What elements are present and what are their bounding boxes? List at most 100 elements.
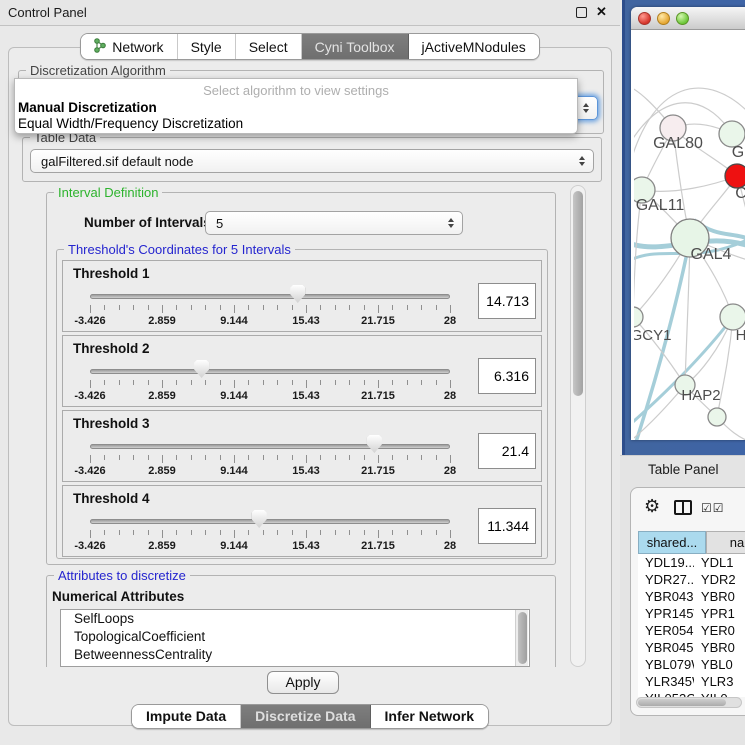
tick-mark — [306, 380, 307, 388]
tab-cyni-toolbox[interactable]: Cyni Toolbox — [302, 34, 409, 59]
table-row[interactable]: YER054CYER0 — [638, 622, 745, 639]
algorithm-dropdown-popup: Select algorithm to view settings Manual… — [14, 78, 578, 134]
tick-mark — [119, 305, 120, 310]
tab-discretize-data[interactable]: Discretize Data — [241, 705, 370, 728]
attribute-list-item[interactable]: SelfLoops — [61, 610, 529, 628]
tick-mark — [191, 530, 192, 535]
attributes-list-scrollbar[interactable] — [515, 610, 528, 666]
tick-label: 2.859 — [148, 390, 176, 402]
split-view-icon[interactable] — [674, 500, 692, 515]
close-light-icon[interactable] — [638, 12, 651, 25]
tick-mark — [162, 455, 163, 463]
tab-jactivemnodules[interactable]: jActiveMNodules — [409, 34, 539, 59]
table-row[interactable]: YBL079WYBL0 — [638, 656, 745, 673]
tick-label: -3.426 — [74, 315, 105, 327]
algorithm-option[interactable]: Equal Width/Frequency Discretization — [18, 116, 243, 131]
network-node[interactable] — [708, 408, 726, 426]
tick-mark — [220, 380, 221, 385]
threshold-label: Threshold 4 — [73, 491, 150, 506]
tick-mark — [90, 530, 91, 538]
table-cell: YER0 — [694, 622, 745, 639]
tab-style[interactable]: Style — [178, 34, 236, 59]
algorithm-option[interactable]: Manual Discretization — [18, 100, 157, 115]
tick-mark — [90, 380, 91, 388]
table-cell: YER054C — [638, 622, 694, 639]
tick-mark — [234, 530, 235, 538]
tick-mark — [335, 305, 336, 310]
threshold-slider-thumb[interactable] — [290, 285, 305, 303]
tab-label: jActiveMNodules — [422, 39, 526, 55]
tick-mark — [364, 305, 365, 310]
gear-icon[interactable]: ⚙ — [644, 496, 660, 517]
threshold-slider-track[interactable] — [90, 294, 450, 299]
float-icon[interactable] — [576, 7, 587, 18]
tick-label: 28 — [444, 315, 456, 327]
tick-mark — [335, 380, 336, 385]
num-intervals-combo[interactable]: 5 — [205, 211, 463, 235]
network-window: GAL80GCGAL11GAL4GCY1HHAP2 — [631, 7, 745, 440]
tick-mark — [148, 530, 149, 535]
dropdown-hint: Select algorithm to view settings — [15, 83, 577, 98]
threshold-slider-track[interactable] — [90, 369, 450, 374]
table-hscrollbar[interactable] — [636, 697, 742, 708]
attribute-list-item[interactable]: BetweennessCentrality — [61, 646, 529, 664]
tab-impute-data[interactable]: Impute Data — [132, 705, 241, 728]
settings-viewport: Interval Definition Number of Intervals … — [16, 185, 568, 667]
tick-mark — [450, 305, 451, 313]
table-row[interactable]: YPR145WYPR1 — [638, 605, 745, 622]
tab-network[interactable]: Network — [81, 34, 177, 59]
tick-label: 21.715 — [361, 465, 395, 477]
threshold-value-input[interactable]: 11.344 — [478, 508, 536, 544]
apply-button[interactable]: Apply — [267, 671, 339, 694]
table-column-header[interactable]: shared... — [638, 531, 706, 554]
settings-scrollbar[interactable] — [570, 185, 586, 667]
tick-mark — [335, 455, 336, 460]
table-row[interactable]: YDR27...YDR2 — [638, 571, 745, 588]
table-row[interactable]: YIL052CYIL0 — [638, 690, 745, 697]
numerical-attributes-list[interactable]: SelfLoopsTopologicalCoefficientBetweenne… — [60, 609, 530, 667]
tick-mark — [205, 530, 206, 535]
table-row[interactable]: YDL19...YDL1 — [638, 554, 745, 571]
threshold-slider-track[interactable] — [90, 519, 450, 524]
table-row[interactable]: YBR045CYBR0 — [638, 639, 745, 656]
table-row[interactable]: YLR345WYLR3 — [638, 673, 745, 690]
table-column-header[interactable]: na — [706, 531, 745, 554]
settings-scrollbar-thumb[interactable] — [573, 191, 583, 396]
tick-label: 15.43 — [292, 465, 320, 477]
tick-mark — [349, 305, 350, 310]
tick-mark — [133, 305, 134, 310]
tab-label: Style — [191, 39, 222, 55]
tick-mark — [176, 530, 177, 535]
tick-mark — [234, 380, 235, 388]
threshold-value-input[interactable]: 6.316 — [478, 358, 536, 394]
threshold-slider-thumb[interactable] — [367, 435, 382, 453]
tab-infer-network[interactable]: Infer Network — [371, 705, 488, 728]
tab-select[interactable]: Select — [236, 34, 302, 59]
tick-label: 2.859 — [148, 540, 176, 552]
close-icon[interactable]: ✕ — [596, 4, 607, 20]
table-hscrollbar-thumb[interactable] — [638, 699, 726, 706]
threshold-slider-track[interactable] — [90, 444, 450, 449]
threshold-value-input[interactable]: 21.4 — [478, 433, 536, 469]
tick-mark — [234, 305, 235, 313]
table-cell: YPR145W — [638, 605, 694, 622]
minimize-light-icon[interactable] — [657, 12, 670, 25]
attribute-list-item[interactable]: TopologicalCoefficient — [61, 628, 529, 646]
checkbox-icons[interactable]: ☑☑ — [701, 501, 725, 515]
table-data-combo[interactable]: galFiltered.sif default node — [30, 149, 594, 173]
table-cell: YBL0 — [694, 656, 745, 673]
table-row[interactable]: YBR043CYBR0 — [638, 588, 745, 605]
network-canvas[interactable]: GAL80GCGAL11GAL4GCY1HHAP2 — [634, 30, 745, 440]
zoom-light-icon[interactable] — [676, 12, 689, 25]
tick-mark — [421, 530, 422, 535]
tick-mark — [364, 380, 365, 385]
threshold-slider-thumb[interactable] — [252, 510, 267, 528]
threshold-slider-thumb[interactable] — [194, 360, 209, 378]
tick-mark — [162, 305, 163, 313]
tick-mark — [320, 380, 321, 385]
threshold-label: Threshold 2 — [73, 341, 150, 356]
table-cell: YBR0 — [694, 639, 745, 656]
threshold-value-input[interactable]: 14.713 — [478, 283, 536, 319]
network-node-gcy1[interactable] — [634, 307, 643, 327]
network-window-titlebar[interactable] — [631, 7, 745, 30]
